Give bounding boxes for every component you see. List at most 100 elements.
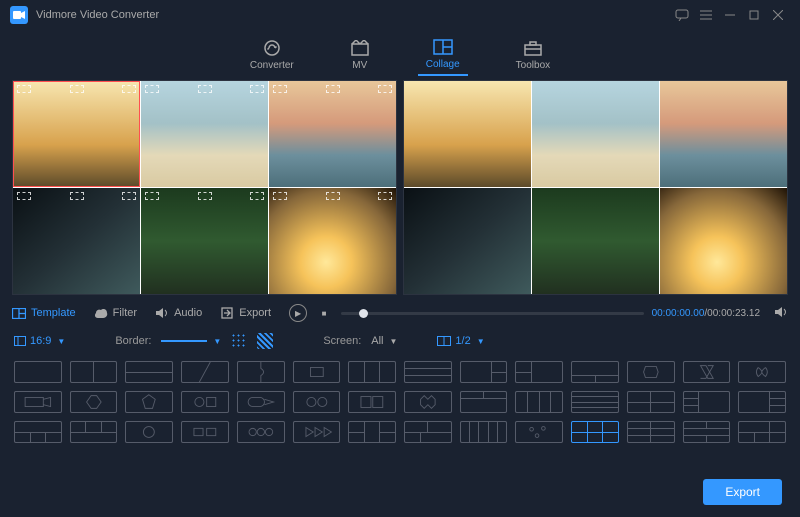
- template-option[interactable]: [571, 391, 619, 413]
- template-option[interactable]: [515, 361, 563, 383]
- workspace: [0, 80, 800, 295]
- tab-export[interactable]: Export: [220, 307, 271, 319]
- collage-cell[interactable]: [141, 81, 268, 187]
- template-option[interactable]: [125, 391, 173, 413]
- collage-cell[interactable]: [269, 188, 396, 294]
- template-option[interactable]: [70, 391, 118, 413]
- collage-icon: [433, 38, 453, 56]
- nav-label: MV: [352, 60, 367, 71]
- nav-label: Collage: [426, 59, 460, 70]
- collage-editor[interactable]: [12, 80, 397, 295]
- converter-icon: [263, 39, 281, 57]
- chevron-down-icon: ▼: [390, 337, 398, 346]
- menu-icon[interactable]: [694, 3, 718, 27]
- template-option[interactable]: [404, 421, 452, 443]
- tab-filter[interactable]: Filter: [94, 307, 137, 319]
- tab-label: Template: [31, 307, 76, 319]
- tab-audio[interactable]: Audio: [155, 307, 202, 319]
- ratio-selector[interactable]: 16:9 ▼: [14, 335, 65, 347]
- template-option[interactable]: [14, 421, 62, 443]
- template-option[interactable]: [571, 361, 619, 383]
- play-button[interactable]: ▶: [289, 304, 307, 322]
- preview-cell: [404, 81, 531, 187]
- nav-toolbox[interactable]: Toolbox: [508, 35, 558, 75]
- template-option[interactable]: [237, 361, 285, 383]
- template-option[interactable]: [627, 361, 675, 383]
- close-icon[interactable]: [766, 3, 790, 27]
- border-style-selector[interactable]: ▼: [161, 337, 221, 346]
- template-option[interactable]: [627, 421, 675, 443]
- volume-icon[interactable]: [774, 306, 788, 321]
- template-option[interactable]: [293, 421, 341, 443]
- time-display: 00:00:00.00/00:00:23.12: [652, 308, 760, 319]
- seek-handle[interactable]: [359, 309, 368, 318]
- template-option[interactable]: [738, 361, 786, 383]
- template-option[interactable]: [70, 361, 118, 383]
- template-option[interactable]: [460, 391, 508, 413]
- chevron-down-icon: ▼: [57, 337, 65, 346]
- template-option[interactable]: [683, 421, 731, 443]
- template-option[interactable]: [460, 421, 508, 443]
- seek-bar[interactable]: [341, 312, 644, 315]
- ratio-value: 16:9: [30, 335, 51, 347]
- border-color-button[interactable]: [231, 333, 247, 349]
- template-option[interactable]: [571, 421, 619, 443]
- border-label: Border:: [115, 335, 151, 347]
- footer: Export: [703, 479, 782, 505]
- template-option[interactable]: [125, 361, 173, 383]
- template-option[interactable]: [237, 391, 285, 413]
- template-option[interactable]: [460, 361, 508, 383]
- template-option[interactable]: [125, 421, 173, 443]
- nav-label: Toolbox: [516, 60, 550, 71]
- toolbox-icon: [523, 39, 543, 57]
- template-option[interactable]: [348, 391, 396, 413]
- template-option[interactable]: [14, 361, 62, 383]
- preview-cell: [532, 188, 659, 294]
- split-selector[interactable]: 1/2 ▼: [437, 335, 484, 347]
- tab-label: Filter: [113, 307, 137, 319]
- app-title: Vidmore Video Converter: [36, 9, 159, 21]
- template-option[interactable]: [293, 361, 341, 383]
- template-option[interactable]: [348, 361, 396, 383]
- nav-collage[interactable]: Collage: [418, 34, 468, 76]
- screen-label: Screen:: [323, 335, 361, 347]
- tab-template[interactable]: Template: [12, 307, 76, 319]
- template-option[interactable]: [738, 391, 786, 413]
- export-button[interactable]: Export: [703, 479, 782, 505]
- template-option[interactable]: [181, 391, 229, 413]
- template-option[interactable]: [404, 391, 452, 413]
- template-option[interactable]: [14, 391, 62, 413]
- minimize-icon[interactable]: [718, 3, 742, 27]
- screen-selector[interactable]: All▼: [371, 335, 397, 347]
- template-option[interactable]: [181, 421, 229, 443]
- template-option[interactable]: [683, 391, 731, 413]
- template-option[interactable]: [515, 391, 563, 413]
- chevron-down-icon: ▼: [213, 337, 221, 346]
- template-option[interactable]: [293, 391, 341, 413]
- collage-cell[interactable]: [13, 81, 140, 187]
- template-option[interactable]: [404, 361, 452, 383]
- nav-mv[interactable]: MV: [342, 35, 378, 75]
- collage-cell[interactable]: [13, 188, 140, 294]
- template-option[interactable]: [348, 421, 396, 443]
- template-option[interactable]: [237, 421, 285, 443]
- stop-button[interactable]: ■: [315, 304, 333, 322]
- maximize-icon[interactable]: [742, 3, 766, 27]
- template-option[interactable]: [738, 421, 786, 443]
- feedback-icon[interactable]: [670, 3, 694, 27]
- main-nav: Converter MV Collage Toolbox: [0, 30, 800, 80]
- border-pattern-button[interactable]: [257, 333, 273, 349]
- template-option[interactable]: [515, 421, 563, 443]
- nav-converter[interactable]: Converter: [242, 35, 302, 75]
- template-option[interactable]: [181, 361, 229, 383]
- template-icon: [12, 307, 26, 319]
- controls-row: Template Filter Audio Export ▶ ■ 00:00:0…: [0, 299, 800, 327]
- mv-icon: [350, 39, 370, 57]
- template-option[interactable]: [683, 361, 731, 383]
- collage-cell[interactable]: [141, 188, 268, 294]
- template-option[interactable]: [627, 391, 675, 413]
- template-option[interactable]: [70, 421, 118, 443]
- chevron-down-icon: ▼: [477, 337, 485, 346]
- collage-cell[interactable]: [269, 81, 396, 187]
- nav-label: Converter: [250, 60, 294, 71]
